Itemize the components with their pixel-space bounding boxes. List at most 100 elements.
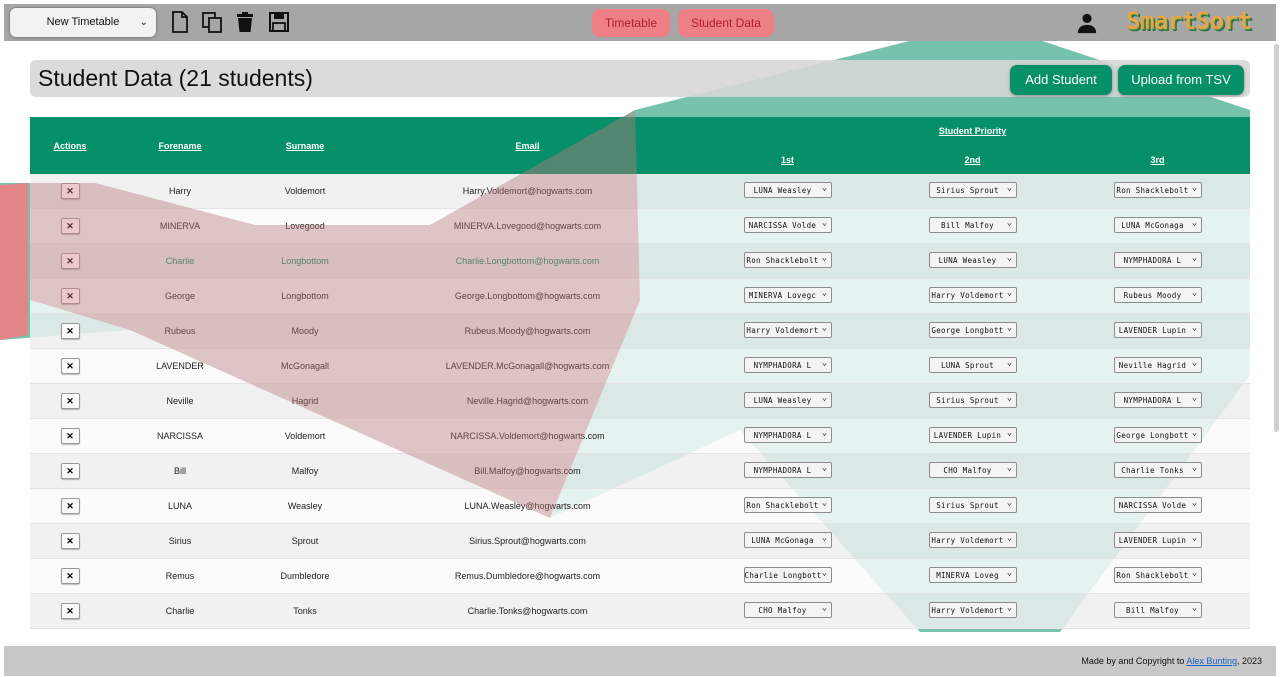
remove-student-button[interactable]: ✕	[60, 323, 80, 339]
header-priority-2nd[interactable]: 2nd	[880, 145, 1065, 174]
priority-1st-select[interactable]: CHO Malfoy	[743, 602, 832, 618]
duplicate-icon[interactable]	[200, 10, 224, 34]
priority-1st-select[interactable]: NYMPHADORA L	[743, 357, 832, 373]
surname-cell: Moody	[250, 313, 360, 349]
table-row: ✕ Sirius Sprout Sirius.Sprout@hogwarts.com L…	[30, 523, 1250, 559]
table-row: ✕ Harry Voldemort Harry.Voldemort@hogwarts.…	[30, 174, 1250, 209]
page-scrollbar[interactable]	[1274, 44, 1279, 432]
header-actions[interactable]: Actions	[30, 117, 110, 174]
priority-2nd-select[interactable]: Bill Malfoy	[928, 217, 1017, 233]
priority-2nd-cell: Harry Voldemort	[880, 278, 1065, 314]
priority-3rd-select[interactable]: LAVENDER Lupin	[1113, 322, 1202, 338]
surname-cell: Voldemort	[250, 174, 360, 209]
remove-student-button[interactable]: ✕	[60, 253, 80, 269]
remove-student-button[interactable]: ✕	[60, 393, 80, 409]
trash-icon[interactable]	[233, 10, 257, 34]
priority-2nd-select[interactable]: MINERVA Loveg	[928, 567, 1017, 583]
actions-cell: ✕	[30, 558, 110, 594]
priority-2nd-cell: MINERVA Loveg	[880, 558, 1065, 594]
remove-student-button[interactable]: ✕	[60, 288, 80, 304]
priority-1st-select[interactable]: NYMPHADORA L	[743, 427, 832, 443]
email-cell: NARCISSA.Voldemort@hogwarts.com	[360, 418, 695, 454]
priority-1st-select[interactable]: MINERVA Lovegc	[743, 287, 832, 303]
priority-3rd-select[interactable]: LAVENDER Lupin	[1113, 532, 1202, 548]
email-cell: MINERVA.Lovegood@hogwarts.com	[360, 208, 695, 244]
priority-2nd-select[interactable]: Harry Voldemort	[928, 602, 1017, 618]
remove-student-button[interactable]: ✕	[60, 568, 80, 584]
priority-1st-select[interactable]: Ron Shacklebolt	[743, 497, 832, 513]
remove-student-button[interactable]: ✕	[60, 463, 80, 479]
header-email[interactable]: Email	[360, 117, 695, 174]
nav-student-data-button[interactable]: Student Data	[678, 9, 774, 37]
remove-student-button[interactable]: ✕	[60, 498, 80, 514]
priority-1st-select[interactable]: NYMPHADORA L	[743, 462, 832, 478]
table-row: ✕ MINERVA Lovegood MINERVA.Lovegood@hogwart…	[30, 208, 1250, 244]
priority-3rd-cell: Charlie Tonks	[1065, 453, 1250, 489]
save-icon[interactable]	[267, 10, 291, 34]
priority-1st-select[interactable]: Harry Voldemort	[743, 322, 832, 338]
priority-3rd-select[interactable]: Rubeus Moody	[1113, 287, 1202, 303]
priority-1st-select[interactable]: LUNA Weasley	[743, 392, 832, 408]
priority-3rd-select[interactable]: Neville Hagrid	[1113, 357, 1202, 373]
priority-2nd-select[interactable]: Harry Voldemort	[928, 532, 1017, 548]
priority-2nd-cell: Bill Malfoy	[880, 208, 1065, 244]
surname-cell: Voldemort	[250, 418, 360, 454]
forename-cell: Harry	[110, 174, 250, 209]
priority-3rd-cell: Neville Hagrid	[1065, 348, 1250, 384]
priority-1st-select[interactable]: Ron Shacklebolt	[743, 252, 832, 268]
priority-2nd-select[interactable]: Sirius Sprout	[928, 392, 1017, 408]
nav-timetable-button[interactable]: Timetable	[592, 9, 670, 37]
footer-suffix: , 2023	[1236, 656, 1262, 666]
forename-cell: Charlie	[110, 243, 250, 279]
priority-2nd-select[interactable]: Sirius Sprout	[928, 497, 1017, 513]
priority-1st-cell: NARCISSA Volde	[695, 208, 880, 244]
table-row: ✕ LAVENDER McGonagall LAVENDER.McGonagall@h…	[30, 348, 1250, 384]
priority-1st-select[interactable]: LUNA McGonaga	[743, 532, 832, 548]
header-forename[interactable]: Forename	[110, 117, 250, 174]
header-priority-3rd[interactable]: 3rd	[1065, 145, 1250, 174]
priority-2nd-select[interactable]: Sirius Sprout	[928, 182, 1017, 198]
surname-cell: Dumbledore	[250, 558, 360, 594]
priority-2nd-select[interactable]: Harry Voldemort	[928, 287, 1017, 303]
priority-3rd-select[interactable]: NYMPHADORA L	[1113, 252, 1202, 268]
timetable-select[interactable]: New Timetable ⌄	[10, 8, 156, 37]
priority-2nd-select[interactable]: George Longbott	[928, 322, 1017, 338]
remove-student-button[interactable]: ✕	[60, 428, 80, 444]
remove-student-button[interactable]: ✕	[60, 183, 80, 199]
priority-2nd-select[interactable]: LAVENDER Lupin	[928, 427, 1017, 443]
table-row: ✕ Bill Malfoy Bill.Malfoy@hogwarts.com NYMPH…	[30, 453, 1250, 489]
priority-3rd-select[interactable]: LUNA McGonaga	[1113, 217, 1202, 233]
priority-3rd-select[interactable]: George Longbott	[1113, 427, 1202, 443]
table-row: ✕ Charlie Longbottom Charlie.Longbottom@hog…	[30, 243, 1250, 279]
priority-1st-cell: Harry Voldemort	[695, 313, 880, 349]
priority-1st-select[interactable]: LUNA Weasley	[743, 182, 832, 198]
upload-tsv-button[interactable]: Upload from TSV	[1118, 65, 1244, 95]
header-surname[interactable]: Surname	[250, 117, 360, 174]
priority-2nd-select[interactable]: LUNA Sprout	[928, 357, 1017, 373]
actions-cell: ✕	[30, 313, 110, 349]
add-student-button[interactable]: Add Student	[1010, 65, 1112, 95]
priority-3rd-select[interactable]: NYMPHADORA L	[1113, 392, 1202, 408]
priority-3rd-select[interactable]: Bill Malfoy	[1113, 602, 1202, 618]
remove-student-button[interactable]: ✕	[60, 218, 80, 234]
priority-3rd-select[interactable]: Charlie Tonks	[1113, 462, 1202, 478]
header-student-priority[interactable]: Student Priority	[695, 117, 1250, 145]
remove-student-button[interactable]: ✕	[60, 603, 80, 619]
remove-student-button[interactable]: ✕	[60, 533, 80, 549]
priority-3rd-select[interactable]: Ron Shacklebolt	[1113, 567, 1202, 583]
priority-2nd-select[interactable]: CHO Malfoy	[928, 462, 1017, 478]
header-priority-1st[interactable]: 1st	[695, 145, 880, 174]
actions-cell: ✕	[30, 593, 110, 629]
priority-2nd-cell: George Longbott	[880, 313, 1065, 349]
user-icon[interactable]	[1076, 12, 1098, 34]
priority-1st-select[interactable]: NARCISSA Volde	[743, 217, 832, 233]
remove-student-button[interactable]: ✕	[60, 358, 80, 374]
new-file-icon[interactable]	[168, 10, 192, 34]
author-link[interactable]: Alex Bunting	[1186, 656, 1237, 666]
priority-3rd-cell: NYMPHADORA L	[1065, 383, 1250, 419]
priority-1st-select[interactable]: Charlie Longbott	[743, 567, 832, 583]
priority-3rd-select[interactable]: NARCISSA Volde	[1113, 497, 1202, 513]
priority-2nd-select[interactable]: LUNA Weasley	[928, 252, 1017, 268]
priority-2nd-cell: LAVENDER Lupin	[880, 418, 1065, 454]
priority-3rd-select[interactable]: Ron Shacklebolt	[1113, 182, 1202, 198]
